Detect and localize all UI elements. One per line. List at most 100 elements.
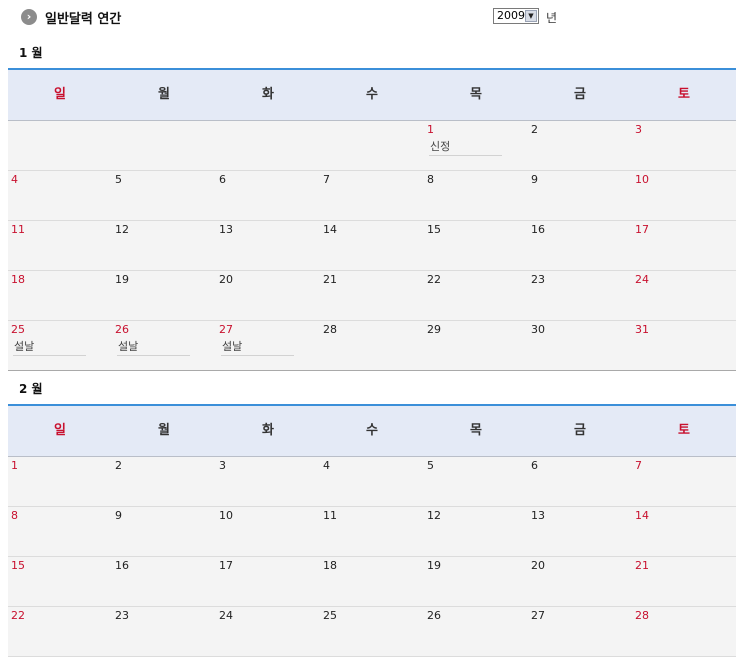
day-cell[interactable]: 27 bbox=[528, 607, 632, 656]
day-cell[interactable]: 14 bbox=[632, 507, 736, 556]
day-cell[interactable]: 10 bbox=[632, 171, 736, 220]
weekday-header: 토 bbox=[678, 423, 690, 438]
day-cell[interactable]: 14 bbox=[320, 221, 424, 270]
day-cell[interactable]: 30 bbox=[528, 321, 632, 370]
week-row: 18 19 20 21 22 23 24 bbox=[8, 271, 736, 321]
day-cell[interactable]: 18 bbox=[320, 557, 424, 606]
chevron-down-icon[interactable]: ▼ bbox=[525, 10, 537, 22]
day-cell[interactable]: 22 bbox=[8, 607, 112, 656]
day-cell[interactable]: 18 bbox=[8, 271, 112, 320]
day-cell[interactable]: 27 설날 bbox=[216, 321, 320, 370]
empty-day-cell bbox=[216, 121, 320, 170]
day-number: 9 bbox=[115, 509, 122, 522]
empty-day-cell bbox=[112, 121, 216, 170]
day-cell[interactable]: 26 bbox=[424, 607, 528, 656]
day-cell[interactable]: 7 bbox=[632, 457, 736, 506]
year-select[interactable]: 2009 ▼ bbox=[493, 8, 539, 24]
day-cell[interactable]: 6 bbox=[216, 171, 320, 220]
day-cell[interactable]: 9 bbox=[528, 171, 632, 220]
day-cell[interactable]: 16 bbox=[528, 221, 632, 270]
day-number: 13 bbox=[531, 509, 545, 522]
day-cell[interactable]: 7 bbox=[320, 171, 424, 220]
day-number: 5 bbox=[427, 459, 434, 472]
day-cell[interactable]: 23 bbox=[112, 607, 216, 656]
day-number: 20 bbox=[531, 559, 545, 572]
weekday-header: 수 bbox=[366, 87, 378, 102]
day-cell[interactable]: 20 bbox=[216, 271, 320, 320]
day-number: 9 bbox=[531, 173, 538, 186]
day-cell[interactable]: 3 bbox=[632, 121, 736, 170]
day-number: 17 bbox=[635, 223, 649, 236]
weekday-header: 목 bbox=[470, 423, 482, 438]
day-number: 23 bbox=[115, 609, 129, 622]
day-number: 22 bbox=[11, 609, 25, 622]
day-cell[interactable]: 1 bbox=[8, 457, 112, 506]
day-cell[interactable]: 3 bbox=[216, 457, 320, 506]
day-cell[interactable]: 20 bbox=[528, 557, 632, 606]
day-cell[interactable]: 28 bbox=[632, 607, 736, 656]
day-number: 2 bbox=[115, 459, 122, 472]
day-cell[interactable]: 21 bbox=[632, 557, 736, 606]
day-cell[interactable]: 31 bbox=[632, 321, 736, 370]
day-cell[interactable]: 13 bbox=[528, 507, 632, 556]
page-header: › 일반달력 연간 2009 ▼ 년 bbox=[0, 0, 741, 36]
day-cell[interactable]: 17 bbox=[216, 557, 320, 606]
day-cell[interactable]: 12 bbox=[424, 507, 528, 556]
day-cell[interactable]: 10 bbox=[216, 507, 320, 556]
day-cell[interactable]: 19 bbox=[112, 271, 216, 320]
day-cell[interactable]: 6 bbox=[528, 457, 632, 506]
day-cell[interactable]: 4 bbox=[8, 171, 112, 220]
day-cell[interactable]: 17 bbox=[632, 221, 736, 270]
day-cell[interactable]: 2 bbox=[528, 121, 632, 170]
day-number: 31 bbox=[635, 323, 649, 336]
day-cell[interactable]: 1 신정 bbox=[424, 121, 528, 170]
day-cell[interactable]: 21 bbox=[320, 271, 424, 320]
day-cell[interactable]: 25 bbox=[320, 607, 424, 656]
day-cell[interactable]: 5 bbox=[112, 171, 216, 220]
day-number: 14 bbox=[635, 509, 649, 522]
day-number: 21 bbox=[635, 559, 649, 572]
day-cell[interactable]: 9 bbox=[112, 507, 216, 556]
day-cell[interactable]: 15 bbox=[424, 221, 528, 270]
day-number: 22 bbox=[427, 273, 441, 286]
day-cell[interactable]: 29 bbox=[424, 321, 528, 370]
day-cell[interactable]: 5 bbox=[424, 457, 528, 506]
day-number: 12 bbox=[115, 223, 129, 236]
day-cell[interactable]: 26 설날 bbox=[112, 321, 216, 370]
day-number: 13 bbox=[219, 223, 233, 236]
day-number: 26 bbox=[115, 323, 129, 336]
day-cell[interactable]: 22 bbox=[424, 271, 528, 320]
day-cell[interactable]: 15 bbox=[8, 557, 112, 606]
day-cell[interactable]: 12 bbox=[112, 221, 216, 270]
day-cell[interactable]: 13 bbox=[216, 221, 320, 270]
weekday-header: 화 bbox=[262, 423, 274, 438]
holiday-label: 설날 bbox=[117, 338, 190, 356]
day-cell[interactable]: 24 bbox=[216, 607, 320, 656]
day-number: 26 bbox=[427, 609, 441, 622]
day-cell[interactable]: 2 bbox=[112, 457, 216, 506]
day-number: 24 bbox=[219, 609, 233, 622]
day-number: 11 bbox=[323, 509, 337, 522]
day-cell[interactable]: 8 bbox=[424, 171, 528, 220]
day-cell[interactable]: 19 bbox=[424, 557, 528, 606]
day-cell[interactable]: 8 bbox=[8, 507, 112, 556]
day-number: 3 bbox=[219, 459, 226, 472]
day-cell[interactable]: 11 bbox=[320, 507, 424, 556]
day-number: 1 bbox=[11, 459, 18, 472]
weekday-header-row: 일월화수목금토 bbox=[8, 70, 736, 121]
day-cell[interactable]: 11 bbox=[8, 221, 112, 270]
holiday-label: 신정 bbox=[429, 138, 502, 156]
day-number: 1 bbox=[427, 123, 434, 136]
day-cell[interactable]: 23 bbox=[528, 271, 632, 320]
day-cell[interactable]: 25 설날 bbox=[8, 321, 112, 370]
week-row: 8 9 10 11 12 13 14 bbox=[8, 507, 736, 557]
day-cell[interactable]: 28 bbox=[320, 321, 424, 370]
day-cell[interactable]: 16 bbox=[112, 557, 216, 606]
holiday-label: 설날 bbox=[13, 338, 86, 356]
week-row: 15 16 17 18 19 20 21 bbox=[8, 557, 736, 607]
week-row: 1 2 3 4 5 6 7 bbox=[8, 457, 736, 507]
holiday-label: 설날 bbox=[221, 338, 294, 356]
day-number: 27 bbox=[531, 609, 545, 622]
day-cell[interactable]: 24 bbox=[632, 271, 736, 320]
day-cell[interactable]: 4 bbox=[320, 457, 424, 506]
